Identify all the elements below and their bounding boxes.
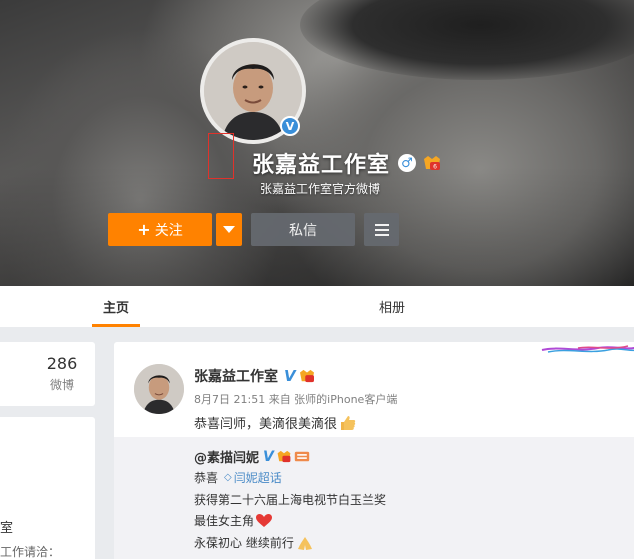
profile-subtitle: 张嘉益工作室官方微博	[259, 182, 380, 196]
post-text-row: 恭喜闫师，美滴很美滴很	[194, 413, 357, 432]
avatar-portrait	[134, 364, 184, 414]
topic-label: 闫妮超话	[233, 471, 282, 485]
thumbs-up-icon	[341, 415, 356, 430]
follow-button[interactable]: + 关注	[108, 213, 212, 246]
heart-icon	[256, 513, 273, 527]
menu-icon-line	[374, 233, 389, 236]
message-label: 私信	[289, 222, 317, 239]
profile-name: 张嘉益工作室	[251, 153, 390, 178]
post-author-avatar[interactable]	[134, 364, 184, 414]
repost-author[interactable]: @素描闫妮	[194, 447, 259, 466]
plus-icon: +	[137, 220, 151, 239]
post-header: 张嘉益工作室 V	[194, 366, 316, 386]
menu-icon-line	[374, 223, 389, 226]
verified-icon: V	[263, 448, 274, 465]
profile-name-row: 张嘉益工作室 ♂ 6	[0, 148, 634, 178]
vip-badge-icon[interactable]	[276, 450, 292, 463]
repost-block[interactable]: @素描闫妮 V 恭喜 ◇ 闫妮超话 获得第二十六届上海电视节白玉兰奖 最佳女主角	[114, 437, 634, 559]
male-icon: ♂	[398, 154, 416, 172]
weibo-count-label: 微博	[49, 378, 74, 392]
post-text: 恭喜闫师，美滴很美滴很	[194, 417, 338, 432]
repost-line-4-text: 永葆初心 继续前行	[194, 536, 294, 550]
stats-card: 286 微博	[0, 342, 95, 406]
topic-link[interactable]: ◇ 闫妮超话	[224, 469, 282, 486]
cover-photo-hair	[300, 0, 634, 80]
verified-icon: V	[284, 367, 296, 385]
repost-line-1: 恭喜 ◇ 闫妮超话	[194, 469, 282, 486]
supertopic-icon: ◇	[224, 472, 232, 483]
follow-dropdown-button[interactable]	[216, 213, 242, 246]
member-badge-icon[interactable]	[294, 450, 310, 463]
svg-text:6: 6	[433, 164, 437, 171]
tab-album[interactable]: 相册	[362, 286, 422, 327]
repost-line-2: 获得第二十六届上海电视节白玉兰奖	[194, 493, 387, 507]
repost-text-prefix: 恭喜	[194, 471, 219, 485]
card-decoration	[541, 345, 634, 353]
follow-label: 关注	[154, 222, 183, 239]
weibo-count[interactable]: 286	[38, 354, 86, 373]
repost-line-4: 永葆初心 继续前行	[194, 534, 314, 551]
post-author-name[interactable]: 张嘉益工作室	[194, 366, 278, 386]
feed-card: 张嘉益工作室 V 8月7日 21:51 来自 张师的iPhone客户端 恭喜闫师…	[114, 342, 634, 559]
profile-tab-bar: 主页 相册	[0, 286, 634, 327]
post-meta[interactable]: 8月7日 21:51 来自 张师的iPhone客户端	[194, 391, 397, 407]
info-text: 室	[0, 521, 14, 536]
praying-hands-icon	[297, 536, 312, 550]
caret-down-icon	[223, 226, 235, 233]
more-menu-button[interactable]	[364, 213, 399, 246]
vip-badge-icon[interactable]: 6	[422, 155, 442, 171]
info-card: 室 工作请洽：	[0, 417, 95, 559]
vip-badge-icon[interactable]	[298, 369, 316, 383]
verified-icon: V	[280, 116, 300, 136]
repost-line-3: 最佳女主角	[194, 512, 273, 529]
contact-text: 工作请洽：	[0, 545, 61, 559]
message-button[interactable]: 私信	[251, 213, 355, 246]
tab-home[interactable]: 主页	[86, 286, 146, 327]
menu-icon-line	[374, 228, 389, 231]
repost-line-3-text: 最佳女主角	[194, 514, 255, 528]
repost-header: @素描闫妮 V	[194, 447, 310, 466]
